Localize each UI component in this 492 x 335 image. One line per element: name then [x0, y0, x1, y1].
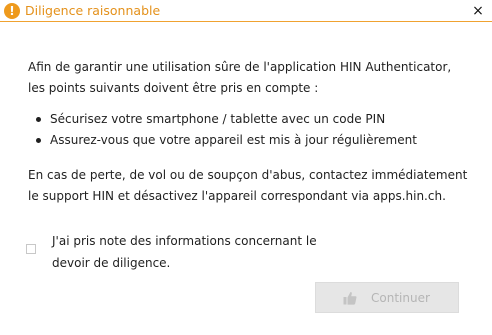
requirements-list: Sécurisez votre smartphone / tablette av… [36, 109, 417, 151]
continue-button[interactable]: Continuer [315, 282, 459, 313]
close-button[interactable]: × [470, 2, 486, 20]
continue-button-label: Continuer [371, 291, 430, 305]
loss-warning-text: En cas de perte, de vol ou de soupçon d'… [28, 168, 468, 203]
intro-text: Afin de garantir une utilisation sûre de… [28, 60, 452, 95]
list-item: Assurez-vous que votre appareil est mis … [36, 130, 417, 151]
dialog-titlebar: ! Diligence raisonnable × [0, 0, 492, 22]
due-diligence-dialog: ! Diligence raisonnable × Afin de garant… [0, 0, 492, 335]
dialog-title: Diligence raisonnable [25, 3, 161, 18]
thumbs-up-icon [343, 291, 357, 305]
warning-icon: ! [4, 3, 20, 19]
acknowledgement-checkbox[interactable] [26, 244, 36, 254]
list-item: Sécurisez votre smartphone / tablette av… [36, 109, 417, 130]
acknowledgement-label[interactable]: J'ai pris note des informations concerna… [52, 230, 342, 274]
